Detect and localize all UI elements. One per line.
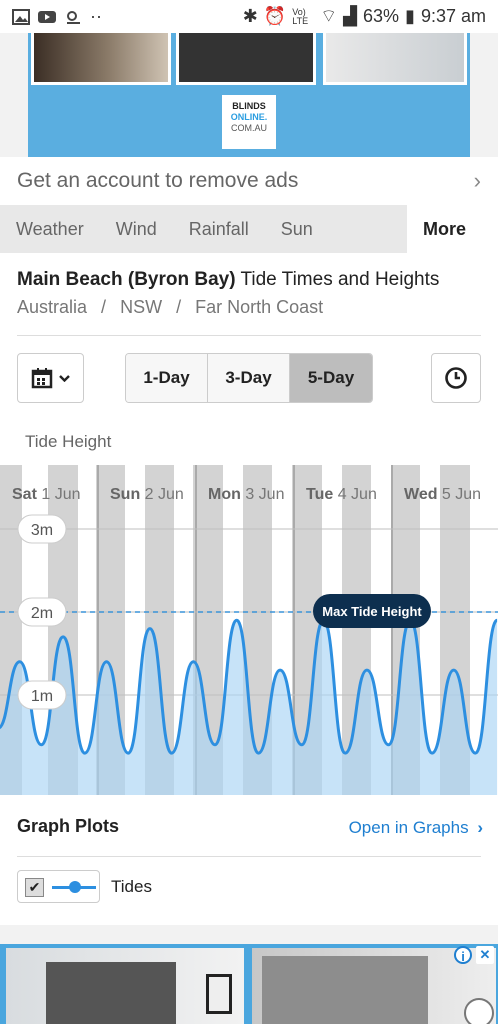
calendar-icon (31, 368, 53, 389)
day-date: 2 Jun (140, 486, 184, 503)
range-1-day-button[interactable]: 1-Day (126, 354, 208, 402)
ad-choices: i ✕ (454, 944, 494, 966)
chevron-right-icon: › (477, 818, 483, 837)
day-weekday: Wed (404, 486, 437, 503)
day-weekday: Tue (306, 486, 333, 503)
breadcrumb: Australia / NSW / Far North Coast (17, 297, 323, 318)
day-date: 5 Jun (437, 486, 481, 503)
y-tick-label: 2m (31, 605, 53, 622)
tide-chart-svg: Max Tide Height 3m 2m 1m Sat 1 Jun Sun 2 Jun M… (0, 465, 498, 795)
signal-icon: ▟ (343, 6, 358, 26)
breadcrumb-separator: / (176, 297, 182, 317)
graph-plots-title: Graph Plots (17, 816, 120, 836)
ad-image-1 (31, 33, 171, 85)
tab-rainfall[interactable]: Rainfall (173, 205, 265, 253)
time-button[interactable] (431, 353, 481, 403)
breadcrumb-country[interactable]: Australia (17, 297, 87, 317)
divider (17, 856, 481, 857)
day-label: Wed 5 Jun (404, 486, 481, 503)
chevron-down-icon (59, 374, 70, 382)
clock-icon (445, 367, 467, 389)
day-date: 1 Jun (37, 486, 81, 503)
bottom-ad-banner[interactable] (0, 944, 498, 1024)
tab-sun[interactable]: Sun (265, 205, 329, 253)
weather-icon (67, 10, 80, 24)
day-weekday: Mon (208, 486, 241, 503)
wifi-icon: ⌔ (320, 6, 338, 26)
y-tick-label: 3m (31, 522, 53, 539)
ad-info-icon[interactable]: i (454, 946, 472, 964)
day-weekday: Sun (110, 486, 140, 503)
divider (17, 335, 481, 336)
day-label: Tue 4 Jun (306, 486, 377, 503)
ad-image-3 (323, 33, 467, 85)
day-label: Sun 2 Jun (110, 486, 184, 503)
alarm-icon: ⏰ (263, 6, 287, 26)
more-notifications-icon: ·· (90, 6, 102, 26)
y-tick-label: 1m (31, 688, 53, 705)
status-bar: ·· ✱ ⏰ Vo) LTE ⌔ ▟ 63% ▮ 9:37 am (0, 0, 498, 33)
category-tabs: Weather Wind Rainfall Sun More (0, 205, 498, 283)
ad-frame-shape (206, 974, 232, 1014)
max-tide-label: Max Tide Height (322, 604, 422, 619)
youtube-icon (38, 10, 56, 23)
tab-more[interactable]: More (407, 205, 498, 283)
open-in-graphs-link[interactable]: Open in Graphs › (349, 818, 483, 838)
chevron-right-icon: › (473, 168, 481, 193)
ad-blind-shape (262, 956, 428, 1024)
tides-label: Tides (111, 877, 152, 896)
battery-percent: 63% (363, 6, 400, 26)
range-5-day-button[interactable]: 5-Day (290, 354, 372, 402)
tide-chart[interactable]: Max Tide Height 3m 2m 1m Sat 1 Jun Sun 2 Jun M… (0, 465, 498, 795)
page-title: Main Beach (Byron Bay) Tide Times and He… (17, 269, 440, 290)
tide-section: Main Beach (Byron Bay) Tide Times and He… (0, 253, 498, 465)
chart-heading: Tide Height (25, 432, 112, 451)
tab-weather[interactable]: Weather (0, 205, 100, 253)
ad-blind-shape (46, 962, 176, 1024)
breadcrumb-region[interactable]: Far North Coast (195, 297, 323, 317)
volte-label: Vo) LTE (292, 6, 309, 26)
notification-icons: ·· (12, 6, 102, 27)
breadcrumb-state[interactable]: NSW (120, 297, 162, 317)
system-icons: ✱ ⏰ Vo) LTE ⌔ ▟ 63% ▮ 9:37 am (243, 5, 486, 28)
day-date: 4 Jun (333, 486, 377, 503)
tides-checkbox[interactable]: ✔ (25, 878, 44, 897)
day-date: 3 Jun (241, 486, 285, 503)
day-label: Mon 3 Jun (208, 486, 284, 503)
day-label: Sat 1 Jun (12, 486, 81, 503)
date-picker-button[interactable] (17, 353, 84, 403)
day-weekday: Sat (12, 486, 38, 503)
clock: 9:37 am (420, 6, 486, 26)
ad-close-icon[interactable]: ✕ (476, 946, 494, 964)
battery-icon: ▮ (405, 6, 415, 26)
ad-clock-shape (464, 998, 494, 1024)
tides-toggle[interactable]: ✔ (17, 870, 100, 903)
bluetooth-icon: ✱ (242, 6, 258, 26)
remove-ads-link[interactable]: Get an account to remove ads › (0, 157, 498, 205)
tides-legend-dot (69, 881, 81, 893)
breadcrumb-separator: / (101, 297, 107, 317)
ad-image-blind-1 (6, 948, 244, 1024)
gallery-icon (12, 8, 30, 25)
tab-wind[interactable]: Wind (100, 205, 173, 253)
range-3-day-button[interactable]: 3-Day (208, 354, 290, 402)
remove-ads-label: Get an account to remove ads (17, 169, 299, 192)
ad-logo: BLINDS ONLINE. COM.AU (222, 95, 276, 149)
range-selector: 1-Day 3-Day 5-Day (125, 353, 373, 403)
graph-plots-section: Graph Plots Open in Graphs › ✔ Tides (0, 795, 498, 925)
ad-image-2 (176, 33, 316, 85)
top-ad-banner[interactable]: BLINDS ONLINE. COM.AU (28, 33, 470, 157)
